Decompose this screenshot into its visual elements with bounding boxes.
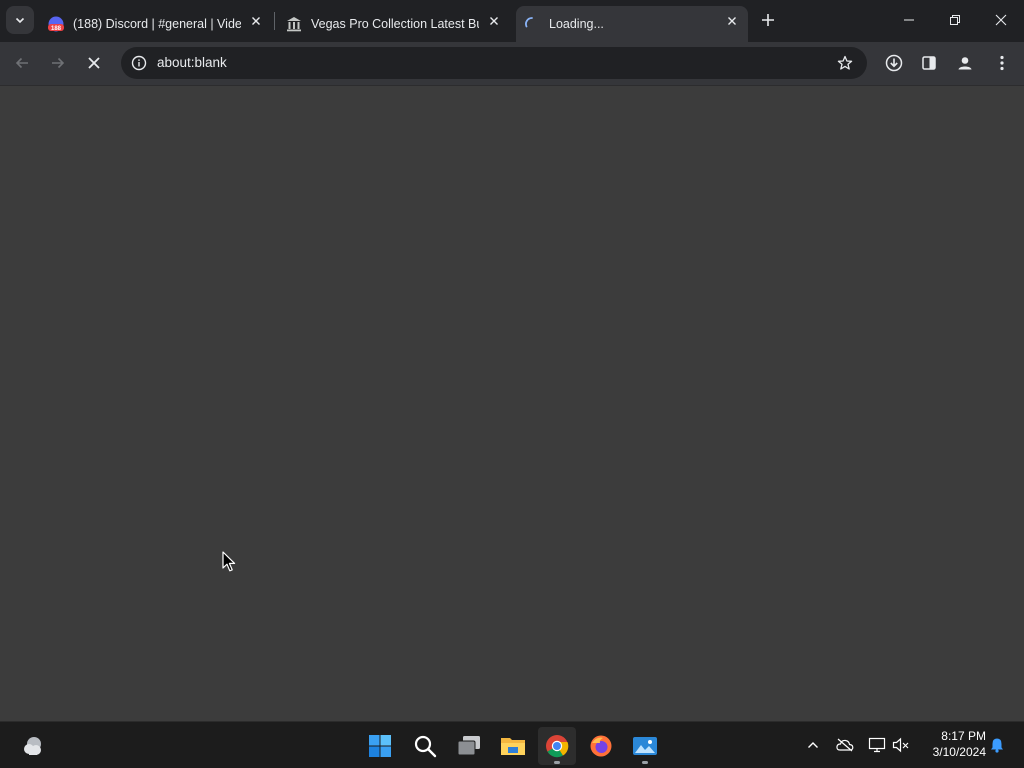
start-button[interactable]	[361, 727, 399, 765]
close-icon	[88, 57, 100, 69]
folder-icon	[501, 738, 525, 755]
tab-discord[interactable]: 188 (188) Discord | #general | Video	[40, 6, 272, 42]
kebab-menu-icon	[1000, 55, 1004, 71]
mouse-cursor-icon	[222, 551, 236, 572]
running-indicator	[642, 761, 648, 764]
tab-close-button[interactable]	[248, 13, 264, 29]
tab-close-button[interactable]	[724, 13, 740, 29]
windows-taskbar: 8:17 PM 3/10/2024	[0, 721, 1024, 768]
bank-building-icon	[286, 16, 302, 32]
chrome-taskbar-button[interactable]	[538, 727, 576, 765]
running-indicator	[554, 761, 560, 764]
clock-time: 8:17 PM	[941, 729, 986, 743]
photos-taskbar-button[interactable]	[626, 727, 664, 765]
tab-title: (188) Discord | #general | Video	[73, 17, 241, 31]
bell-icon	[991, 738, 1003, 753]
minimize-icon	[904, 19, 914, 21]
plus-icon	[762, 14, 774, 26]
side-panel-button[interactable]	[914, 49, 944, 77]
tab-separator	[274, 12, 275, 30]
site-info-button[interactable]	[127, 51, 151, 75]
weather-widget-button[interactable]	[14, 727, 52, 765]
onedrive-tray-button[interactable]	[834, 734, 856, 756]
chevron-up-icon	[808, 742, 818, 748]
firefox-icon	[590, 735, 612, 757]
side-panel-icon	[922, 56, 936, 70]
task-view-icon	[457, 736, 480, 756]
photos-icon	[633, 737, 657, 755]
windows-logo-icon	[369, 735, 391, 757]
close-icon	[995, 14, 1007, 26]
loading-spinner-icon	[524, 16, 540, 32]
new-tab-button[interactable]	[756, 8, 780, 32]
tab-title: Loading...	[549, 17, 604, 31]
restore-button[interactable]	[932, 0, 978, 40]
cloud-off-icon	[836, 738, 854, 752]
close-window-button[interactable]	[978, 0, 1024, 40]
tab-close-button[interactable]	[486, 13, 502, 29]
close-icon	[490, 17, 498, 25]
network-monitor-icon	[868, 737, 886, 753]
address-url[interactable]: about:blank	[157, 47, 227, 79]
restore-icon	[950, 15, 960, 25]
weather-cloud-icon	[24, 737, 41, 755]
downloads-button[interactable]	[879, 49, 909, 77]
tab-strip: 188 (188) Discord | #general | Video Veg…	[0, 0, 1024, 42]
speaker-muted-icon	[892, 737, 909, 753]
person-icon	[958, 57, 972, 70]
forward-button[interactable]	[43, 49, 73, 77]
tab-search-button[interactable]	[6, 6, 34, 34]
profile-button[interactable]	[950, 49, 980, 77]
tab-vegas[interactable]: Vegas Pro Collection Latest Buil	[278, 6, 510, 42]
arrow-left-icon	[15, 57, 28, 69]
download-icon	[885, 54, 903, 72]
taskbar-clock[interactable]: 8:17 PM 3/10/2024	[918, 728, 986, 760]
search-button[interactable]	[406, 727, 444, 765]
page-content[interactable]	[0, 85, 1024, 721]
firefox-taskbar-button[interactable]	[582, 727, 620, 765]
stop-loading-button[interactable]	[79, 49, 109, 77]
clock-date: 3/10/2024	[932, 745, 986, 759]
file-explorer-button[interactable]	[494, 727, 532, 765]
discord-favicon-icon: 188	[48, 16, 64, 32]
address-bar[interactable]: about:blank	[121, 47, 867, 79]
tab-title: Vegas Pro Collection Latest Buil	[311, 17, 479, 31]
network-tray-button[interactable]	[866, 734, 888, 756]
chevron-down-icon	[15, 17, 25, 24]
arrow-right-icon	[52, 57, 65, 69]
close-icon	[252, 17, 260, 25]
discord-badge-count: 188	[51, 26, 62, 32]
close-icon	[728, 17, 736, 25]
minimize-button[interactable]	[886, 0, 932, 40]
notifications-button[interactable]	[986, 734, 1008, 756]
task-view-button[interactable]	[450, 727, 488, 765]
bookmark-star-button[interactable]	[835, 53, 855, 73]
chrome-icon	[546, 735, 569, 758]
tab-loading[interactable]: Loading...	[516, 6, 748, 42]
menu-button[interactable]	[987, 49, 1017, 77]
info-icon	[131, 55, 147, 71]
back-button[interactable]	[7, 49, 37, 77]
browser-toolbar: about:blank	[0, 42, 1024, 85]
search-icon	[414, 735, 437, 758]
volume-tray-button[interactable]	[890, 734, 912, 756]
show-hidden-icons-button[interactable]	[802, 734, 824, 756]
star-icon	[837, 55, 853, 70]
